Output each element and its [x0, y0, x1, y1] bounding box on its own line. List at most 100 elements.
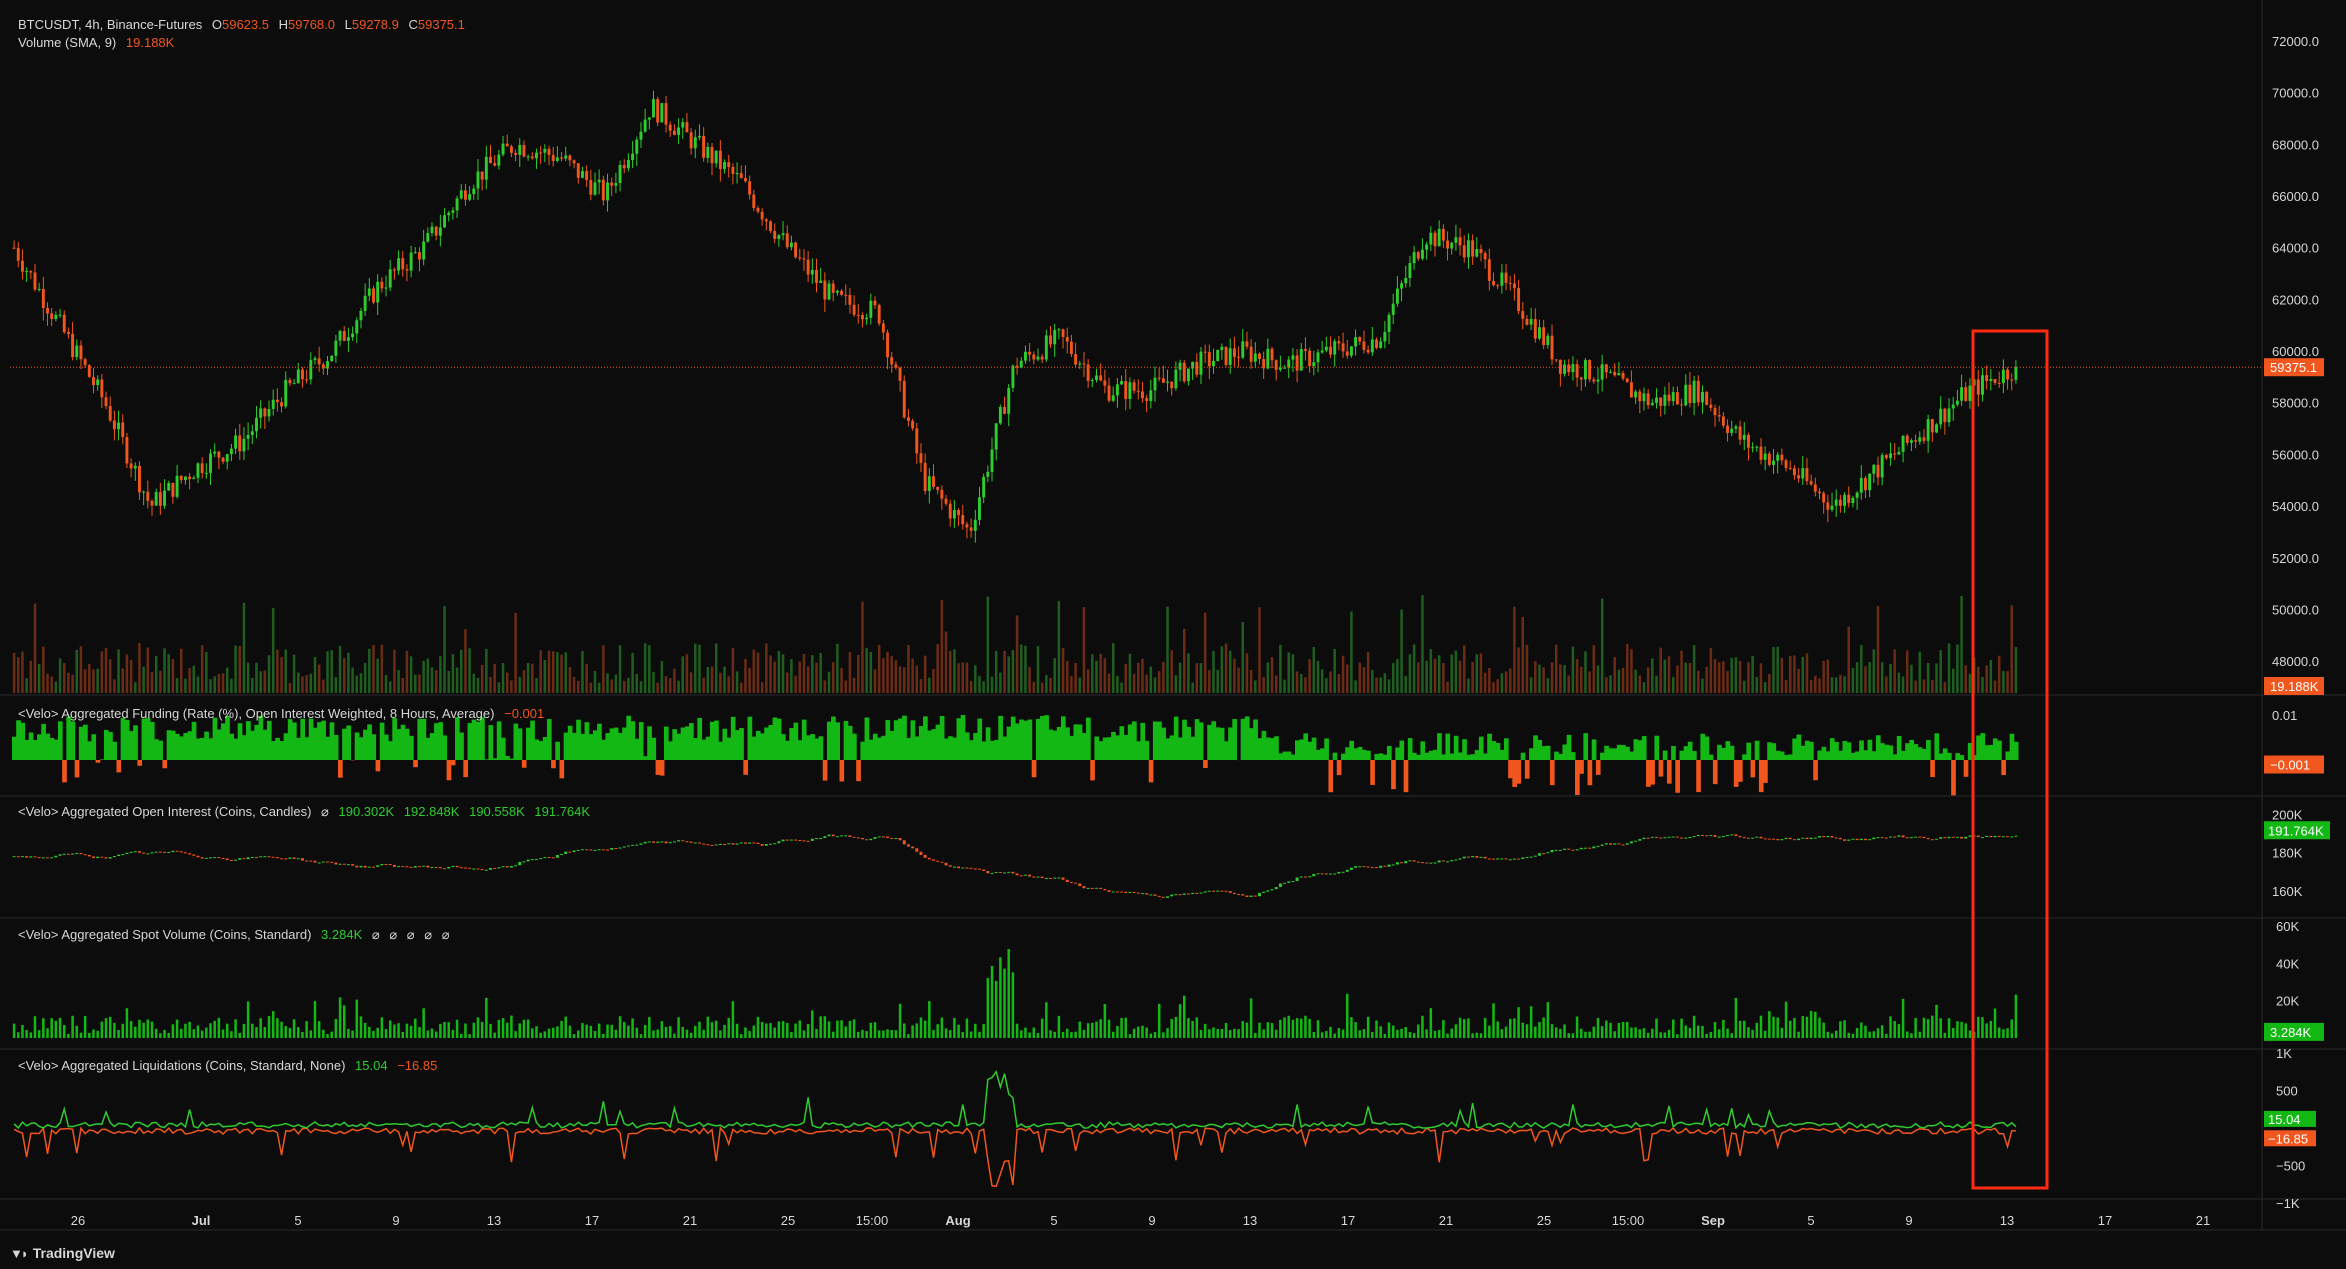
funding-bar	[174, 733, 180, 760]
spot-volume-bar	[326, 1034, 329, 1038]
oi-candle	[1366, 866, 1370, 868]
funding-bar	[1562, 744, 1568, 760]
candle-body	[493, 163, 497, 166]
oi-candle	[1120, 891, 1124, 893]
oi-candle	[1709, 835, 1713, 837]
volume-bar	[677, 680, 680, 693]
volume-bar	[873, 669, 877, 693]
spot-volume-bar	[769, 1023, 772, 1038]
funding-bar	[1299, 739, 1304, 760]
candle-body	[183, 476, 187, 481]
candle-body	[936, 486, 940, 490]
oi-candle	[1822, 836, 1826, 838]
candle-body	[1822, 493, 1826, 503]
candle-body	[756, 207, 760, 212]
volume-bar	[159, 670, 162, 693]
spot-volume-bar	[1571, 1033, 1575, 1038]
candle-body	[66, 332, 70, 334]
volume-bar	[25, 678, 28, 693]
funding-bar	[1015, 723, 1020, 760]
volume-bar	[1433, 658, 1437, 693]
candle-body	[359, 310, 363, 321]
oi-candle	[334, 862, 338, 865]
volume-bar	[1362, 667, 1366, 693]
spot-volume-bar	[974, 1023, 977, 1038]
candle-body	[1446, 240, 1450, 249]
candle-body	[267, 409, 271, 417]
tradingview-logo[interactable]: ▼◗ TradingView	[10, 1245, 115, 1261]
oi-candle	[459, 867, 463, 869]
spot-volume-bar	[1843, 1020, 1846, 1038]
oi-candle	[1930, 839, 1934, 841]
funding-bar	[292, 722, 297, 760]
spot-volume-bar	[71, 1015, 74, 1038]
volume-bar	[1132, 673, 1136, 693]
oi-candle	[1935, 838, 1938, 840]
spot-volume-bar	[1676, 1034, 1679, 1038]
spot-volume-bar	[702, 1029, 705, 1038]
candle-body	[1287, 359, 1291, 368]
spot-volume-bar	[1772, 1016, 1775, 1038]
funding-bar	[960, 715, 966, 760]
spot-volume-bar	[1563, 1024, 1566, 1038]
volume-bar	[1697, 670, 1700, 693]
spot-volume-bar	[1663, 1032, 1667, 1038]
volume-bar	[1442, 663, 1445, 693]
oi-candle	[1542, 853, 1546, 855]
spot-volume-bar	[1943, 1032, 1947, 1038]
funding-bar	[1449, 753, 1455, 760]
spot-volume-bar	[990, 965, 994, 1038]
volume-bar	[781, 654, 785, 693]
candle-body	[242, 438, 246, 452]
volume-bar	[1141, 658, 1144, 693]
volume-bar	[1375, 677, 1378, 693]
funding-bar	[1604, 745, 1609, 760]
spot-volume-bar	[464, 1023, 467, 1038]
candle-body	[589, 179, 593, 195]
oi-candle	[397, 866, 401, 868]
funding-bar	[843, 720, 849, 760]
candle-body	[1600, 364, 1604, 380]
oi-candle	[769, 843, 772, 845]
oi-candle	[1479, 856, 1483, 858]
oi-candle	[1713, 835, 1717, 837]
candle-body	[1437, 228, 1441, 247]
candle-body	[723, 162, 727, 169]
oi-candle	[1069, 881, 1073, 883]
funding-bar	[279, 741, 285, 760]
volume-bar	[184, 678, 187, 693]
spot-current-label: 3.284K	[2270, 1025, 2312, 1040]
volume-bar	[342, 658, 346, 693]
funding-bar	[1378, 753, 1384, 760]
spot-volume-bar	[1977, 1016, 1980, 1038]
funding-bar	[1462, 739, 1467, 760]
volume-bar	[480, 664, 484, 693]
spot-volume-bar	[246, 1001, 250, 1038]
volume-bar	[1483, 672, 1487, 693]
spot-volume-bar	[844, 1026, 847, 1038]
volume-bar	[355, 675, 359, 693]
volume-bar	[1471, 661, 1474, 693]
funding-bar	[1595, 760, 1601, 775]
oi-candle	[463, 867, 467, 869]
volume-bar	[1625, 643, 1629, 693]
volume-bar	[338, 645, 342, 693]
spot-volume-bar	[1116, 1026, 1119, 1038]
oi-candle	[1558, 849, 1562, 851]
candle-body	[1981, 375, 1984, 395]
price-tick-label: 54000.0	[2272, 499, 2319, 514]
funding-bar	[810, 734, 815, 760]
oi-candle	[1617, 843, 1621, 845]
oi-candle	[317, 862, 321, 864]
candle-body	[1684, 384, 1688, 406]
oi-candle	[564, 851, 568, 855]
candle-body	[133, 465, 137, 469]
volume-bar	[898, 666, 902, 693]
candle-body	[1049, 335, 1052, 345]
funding-bar	[760, 733, 765, 760]
chart-canvas[interactable]: 72000.070000.068000.066000.064000.062000…	[0, 0, 2346, 1269]
candle-body	[380, 281, 384, 289]
oi-candle	[656, 841, 660, 843]
candle-body	[1036, 356, 1040, 360]
spot-volume-bar	[911, 1025, 914, 1038]
